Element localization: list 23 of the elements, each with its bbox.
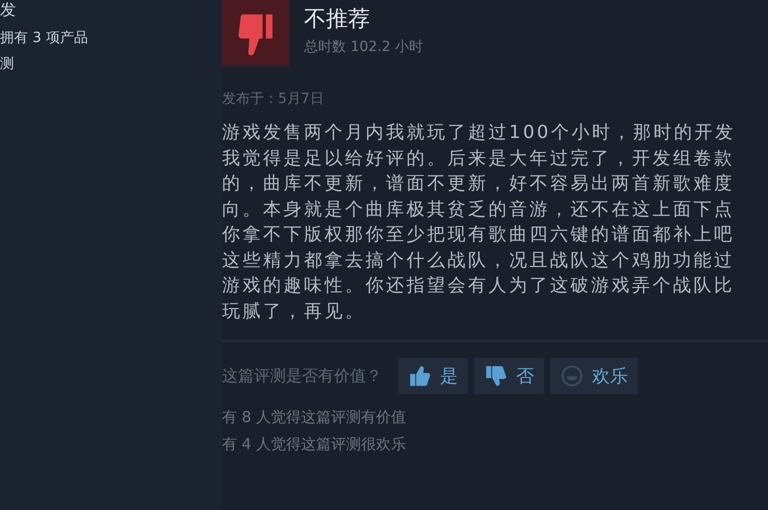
review-text-line: 游戏发售两个月内我就玩了超过100个小时，那时的开发 — [222, 121, 736, 145]
helpful-prompt: 这篇评测是否有价值？ — [222, 366, 382, 386]
review-text-line: 我觉得是足以给好评的。后来是大年过完了，开发组卷款 — [222, 146, 734, 170]
review-text-line: 向。本身就是个曲库极其贫乏的音游，还不在这上面下点 — [222, 198, 734, 222]
post-date: 发布于：5月7日 — [222, 90, 325, 108]
smiley-icon — [560, 364, 584, 388]
thumbs-down-icon — [484, 364, 508, 388]
review-text-line: 你拿不下版权那你至少把现有歌曲四六键的谱面都补上吧 — [222, 223, 734, 247]
thumbs-up-icon — [408, 364, 432, 388]
verdict-title: 不推荐 — [304, 6, 371, 34]
helpful-count: 有 4 人觉得这篇评测很欢乐 — [222, 435, 408, 454]
profile-text: 测 — [0, 55, 15, 73]
hours-played: 总时数 102.2 小时 — [304, 38, 423, 56]
profile-text: 发 — [0, 0, 17, 21]
review-text-line: 这些精力都拿去搞个什么战队，况且战队这个鸡肋功能过 — [222, 248, 734, 272]
review-text-line: 游戏的趣味性。你还指望会有人为了这破游戏弄个战队比 — [222, 274, 734, 298]
helpful-count: 有 8 人觉得这篇评测有价值 — [222, 408, 408, 427]
yes-vote-button[interactable]: 是 — [398, 358, 468, 394]
funny-vote-button[interactable]: 欢乐 — [550, 358, 638, 394]
no-vote-button[interactable]: 否 — [474, 358, 544, 394]
profile-text: 拥有 3 项产品 — [0, 29, 89, 47]
review-text-line: 的，曲库不更新，谱面不更新，好不容易出两首新歌难度 — [222, 172, 734, 196]
review-text-line: 玩腻了，再见。 — [222, 300, 366, 324]
